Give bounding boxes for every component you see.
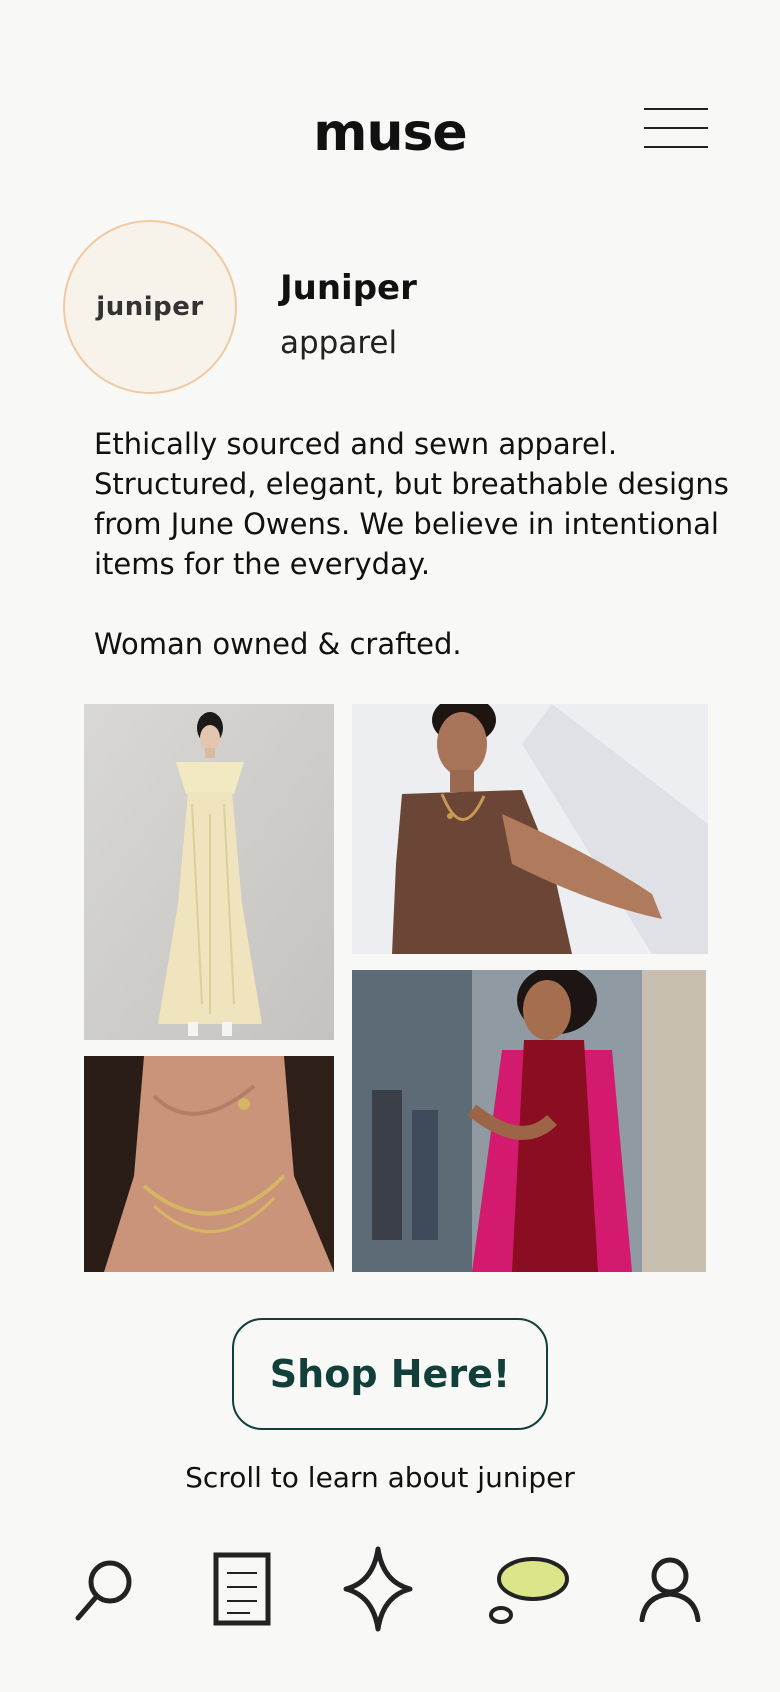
profile-icon bbox=[639, 1557, 701, 1622]
brand-name: Juniper bbox=[280, 268, 417, 308]
chat-bubble-icon bbox=[489, 1557, 569, 1624]
gallery-photo-dress[interactable] bbox=[84, 704, 334, 1040]
brand-logo: juniper bbox=[63, 220, 237, 394]
nav-profile[interactable] bbox=[620, 1534, 720, 1644]
nav-search[interactable] bbox=[55, 1534, 155, 1644]
bottom-navigation bbox=[0, 1534, 780, 1644]
hamburger-menu-icon[interactable] bbox=[644, 106, 708, 150]
brand-description: Ethically sourced and sewn apparel. Stru… bbox=[94, 427, 729, 581]
search-icon bbox=[75, 1560, 132, 1621]
gallery-photo-necklace[interactable] bbox=[84, 1056, 334, 1272]
nav-chat[interactable] bbox=[479, 1534, 579, 1644]
gallery-photo-pink-coat[interactable] bbox=[352, 970, 706, 1272]
brand-description-block: Ethically sourced and sewn apparel. Stru… bbox=[94, 424, 734, 664]
gallery-photo-brown-dress[interactable] bbox=[352, 704, 708, 954]
shop-here-button[interactable]: Shop Here! bbox=[232, 1318, 548, 1430]
scroll-hint: Scroll to learn about juniper bbox=[185, 1461, 575, 1494]
brand-logo-text: juniper bbox=[96, 292, 204, 322]
brand-category: apparel bbox=[280, 325, 398, 361]
document-icon bbox=[213, 1552, 271, 1626]
nav-documents[interactable] bbox=[192, 1534, 292, 1644]
nav-discover[interactable] bbox=[328, 1534, 428, 1644]
brand-tagline: Woman owned & crafted. bbox=[94, 627, 462, 661]
sparkle-icon bbox=[343, 1546, 413, 1632]
